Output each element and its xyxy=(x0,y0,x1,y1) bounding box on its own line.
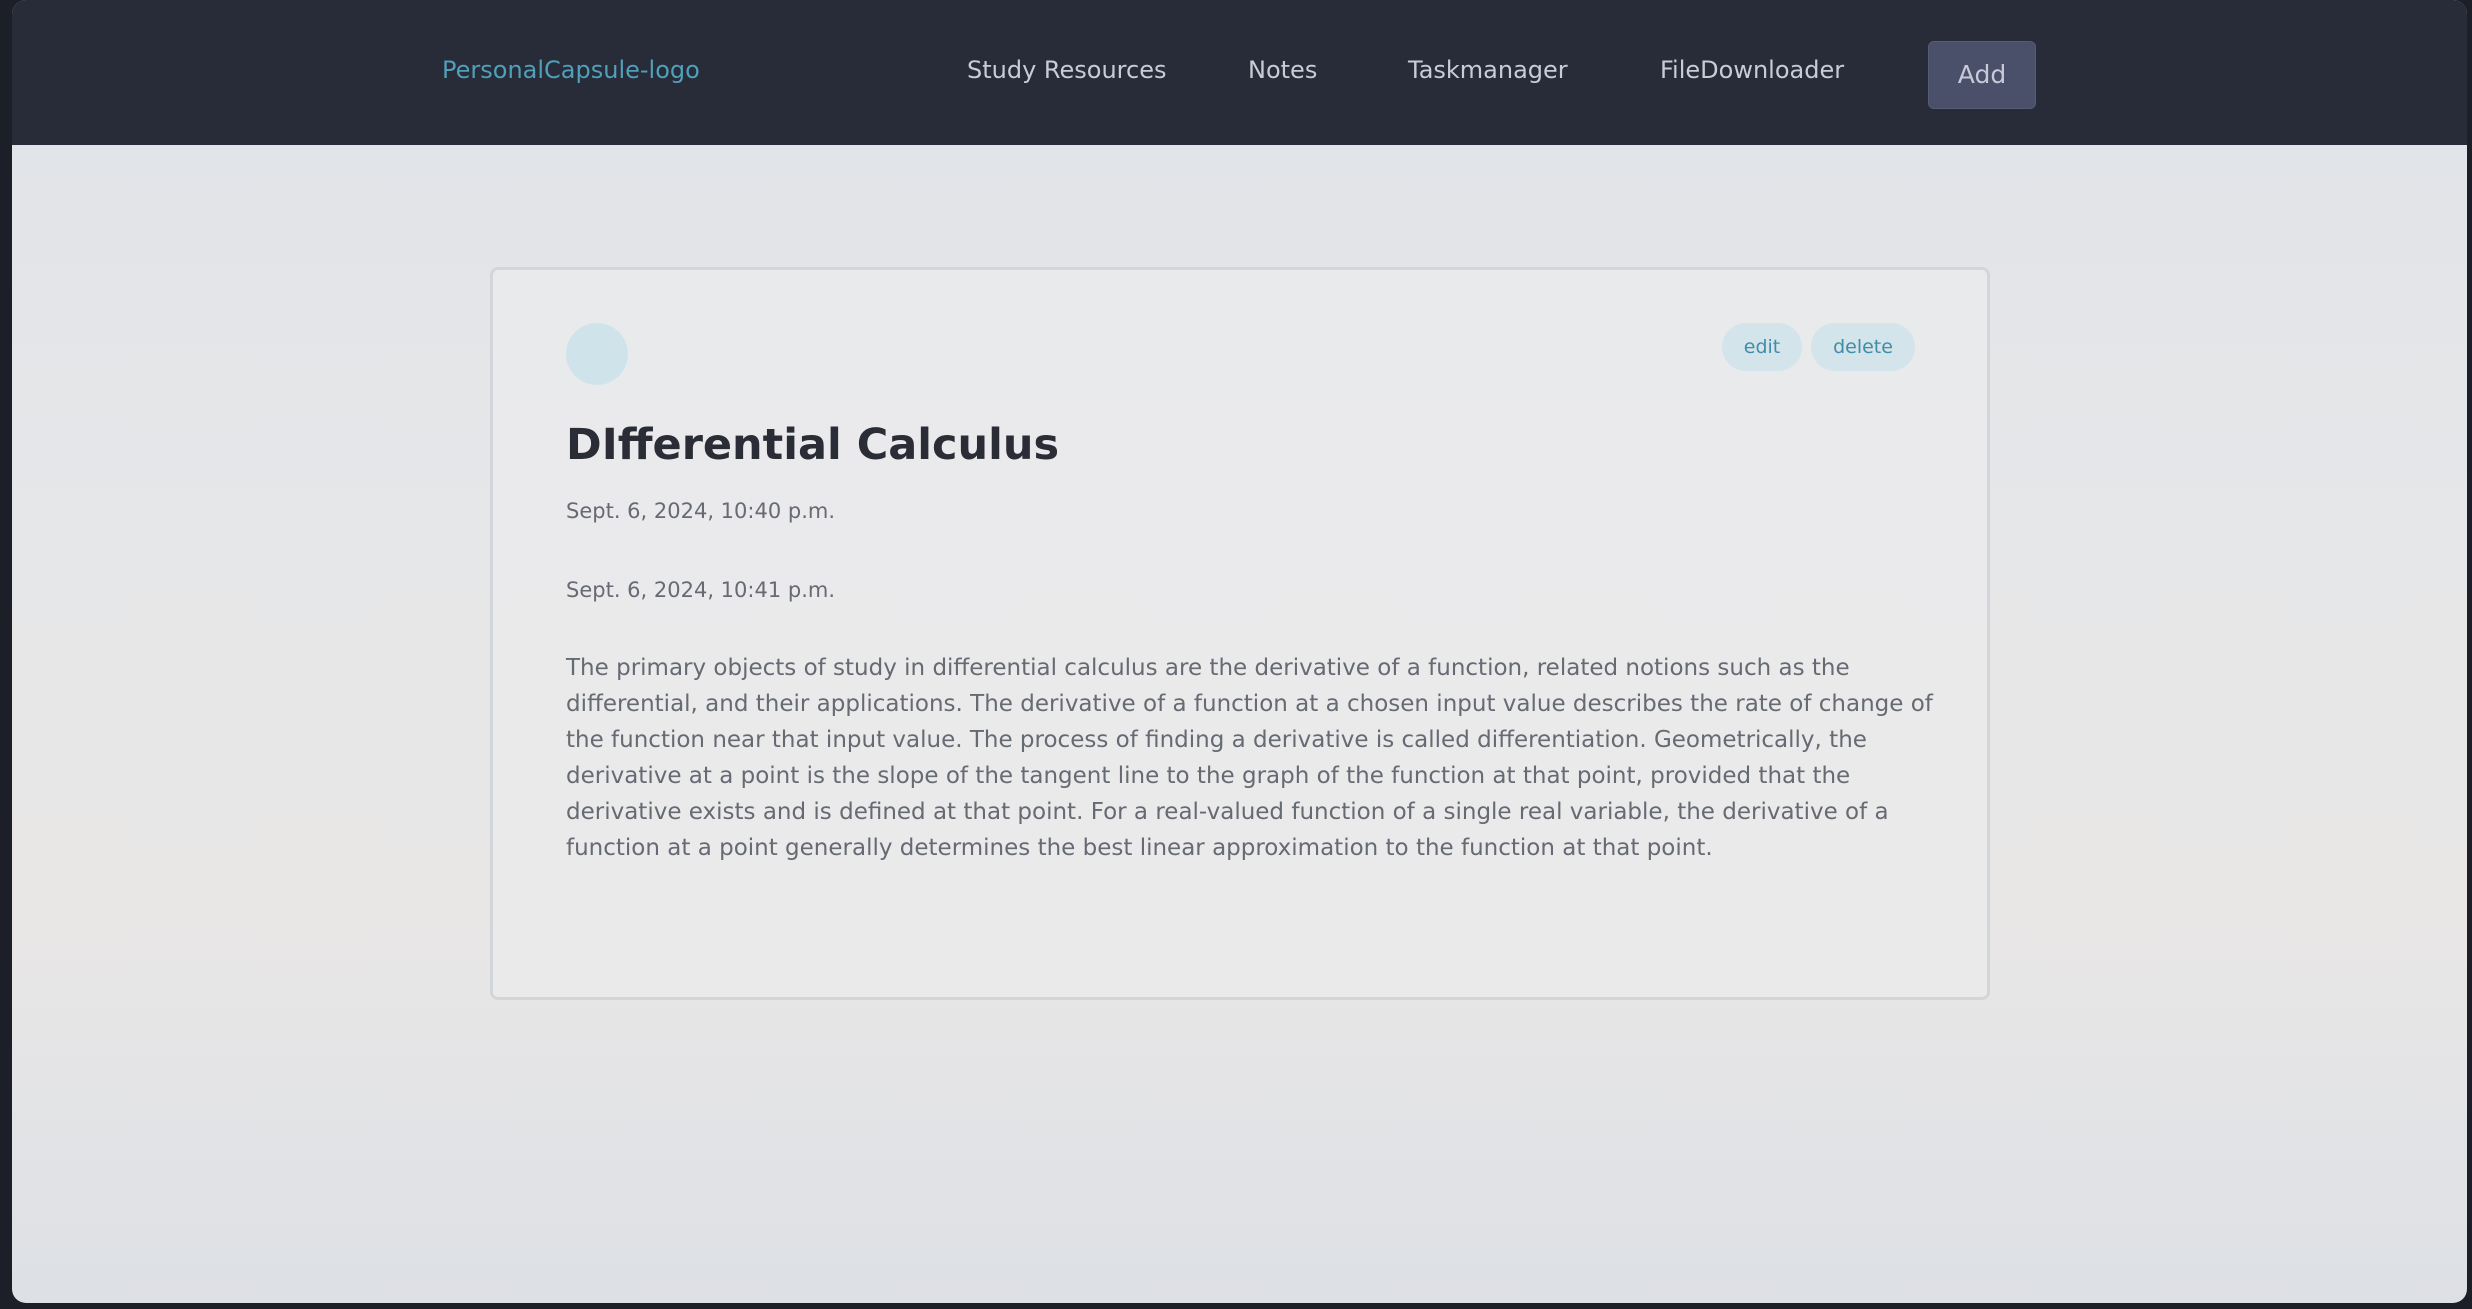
nav-notes[interactable]: Notes xyxy=(1248,56,1317,84)
delete-button[interactable]: delete xyxy=(1811,323,1915,371)
nav-filedownloader[interactable]: FileDownloader xyxy=(1660,56,1844,84)
add-button[interactable]: Add xyxy=(1928,41,2036,109)
avatar xyxy=(566,323,628,385)
updated-date: Sept. 6, 2024, 10:41 p.m. xyxy=(566,578,836,602)
note-title: DIfferential Calculus xyxy=(566,420,1060,470)
top-navbar: PersonalCapsule-logo Study Resources Not… xyxy=(12,0,2467,145)
app-window: PersonalCapsule-logo Study Resources Not… xyxy=(12,0,2467,1303)
note-body: The primary objects of study in differen… xyxy=(566,655,1933,861)
note-card: edit delete DIfferential Calculus Sept. … xyxy=(490,267,1990,1000)
logo-link[interactable]: PersonalCapsule-logo xyxy=(442,56,700,84)
created-date: Sept. 6, 2024, 10:40 p.m. xyxy=(566,499,836,523)
nav-taskmanager[interactable]: Taskmanager xyxy=(1408,56,1568,84)
nav-study-resources[interactable]: Study Resources xyxy=(967,56,1167,84)
edit-button[interactable]: edit xyxy=(1722,323,1802,371)
